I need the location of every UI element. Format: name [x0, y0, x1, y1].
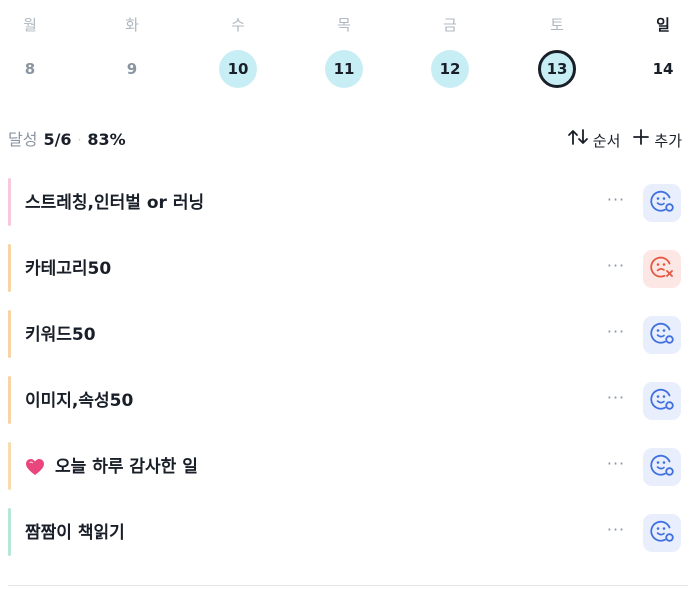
- day-date: 13: [538, 50, 576, 88]
- day-name: 화: [125, 16, 139, 34]
- day-mon[interactable]: 월 8: [0, 0, 60, 100]
- day-date: 14: [652, 60, 674, 78]
- habit-title: 카테고리50: [25, 256, 111, 282]
- habit-status-button[interactable]: [643, 448, 681, 486]
- habit-status-button[interactable]: [643, 316, 681, 354]
- habit-status-button[interactable]: [643, 514, 681, 552]
- day-name: 토: [550, 16, 564, 34]
- day-wed[interactable]: 수 10: [208, 0, 268, 100]
- achievement-summary: 달성 5/6 · 83%: [8, 128, 126, 152]
- habit-title-text: 오늘 하루 감사한 일: [55, 457, 198, 477]
- smile-check-icon: [649, 518, 675, 548]
- add-button[interactable]: 추가: [632, 128, 682, 153]
- day-name: 금: [443, 16, 457, 34]
- habit-title: 스트레칭,인터벌 or 러닝: [25, 190, 204, 216]
- smile-check-icon: [649, 320, 675, 350]
- day-name: 목: [337, 16, 351, 34]
- habit-color-bar: [8, 508, 11, 556]
- section-divider: [8, 585, 688, 586]
- habit-color-bar: [8, 244, 11, 292]
- day-name: 수: [231, 16, 245, 34]
- habit-title: 이미지,속성50: [25, 388, 133, 414]
- smile-check-icon: [649, 188, 675, 218]
- habit-color-bar: [8, 178, 11, 226]
- habit-row[interactable]: 카테고리50 ···: [0, 238, 696, 304]
- habit-title-text: 카테고리50: [25, 259, 112, 279]
- day-name: 일: [656, 16, 670, 34]
- smile-check-icon: [649, 386, 675, 416]
- habit-row[interactable]: 키워드50 ···: [0, 304, 696, 370]
- day-sat-today[interactable]: 토 13: [527, 0, 587, 100]
- habit-row[interactable]: 이미지,속성50 ···: [0, 370, 696, 436]
- achievement-count: 5/6: [43, 130, 72, 149]
- habit-color-bar: [8, 442, 11, 490]
- habit-title: 오늘 하루 감사한 일: [25, 454, 198, 480]
- more-options-button[interactable]: ···: [600, 452, 632, 480]
- habit-title-text: 스트레칭,인터벌 or 러닝: [25, 193, 205, 213]
- habit-title: 짬짬이 책읽기: [25, 520, 125, 546]
- habit-row[interactable]: 오늘 하루 감사한 일 ···: [0, 436, 696, 502]
- habit-status-button[interactable]: [643, 382, 681, 420]
- add-label: 추가: [654, 131, 682, 150]
- day-name: 월: [23, 16, 37, 34]
- habit-row[interactable]: 스트레칭,인터벌 or 러닝 ···: [0, 172, 696, 238]
- achievement-percent: 83%: [87, 130, 126, 149]
- habit-color-bar: [8, 310, 11, 358]
- habit-title: 키워드50: [25, 322, 96, 348]
- habit-title-text: 이미지,속성50: [25, 391, 134, 411]
- smile-check-icon: [649, 452, 675, 482]
- list-actions: 순서 추가: [567, 128, 682, 153]
- day-tue[interactable]: 화 9: [102, 0, 162, 100]
- heart-icon: [25, 458, 45, 476]
- day-fri[interactable]: 금 12: [420, 0, 480, 100]
- day-date: 12: [431, 50, 469, 88]
- habit-color-bar: [8, 376, 11, 424]
- day-date: 8: [24, 60, 36, 78]
- habit-status-button[interactable]: [643, 250, 681, 288]
- more-options-button[interactable]: ···: [600, 386, 632, 414]
- day-date: 10: [219, 50, 257, 88]
- day-date: 9: [126, 60, 138, 78]
- more-options-button[interactable]: ···: [600, 254, 632, 282]
- more-options-button[interactable]: ···: [600, 320, 632, 348]
- day-thu[interactable]: 목 11: [314, 0, 374, 100]
- habit-title-text: 키워드50: [25, 325, 96, 345]
- sort-icon: [567, 128, 593, 153]
- sort-label: 순서: [592, 131, 621, 150]
- habit-row[interactable]: 짬짬이 책읽기 ···: [0, 502, 696, 568]
- habit-title-text: 짬짬이 책읽기: [25, 523, 125, 543]
- plus-icon: [632, 128, 654, 153]
- habit-status-button[interactable]: [643, 184, 681, 222]
- sort-button[interactable]: 순서: [567, 128, 621, 153]
- summary-separator: ·: [77, 133, 82, 147]
- sad-x-icon: [649, 254, 675, 284]
- day-date: 11: [325, 50, 363, 88]
- day-sun[interactable]: 일 14: [633, 0, 693, 100]
- more-options-button[interactable]: ···: [600, 518, 632, 546]
- more-options-button[interactable]: ···: [600, 188, 632, 216]
- week-strip: 월 8 화 9 수 10 목 11 금 12 토 13 일 14: [0, 0, 696, 110]
- achievement-label: 달성: [8, 130, 38, 149]
